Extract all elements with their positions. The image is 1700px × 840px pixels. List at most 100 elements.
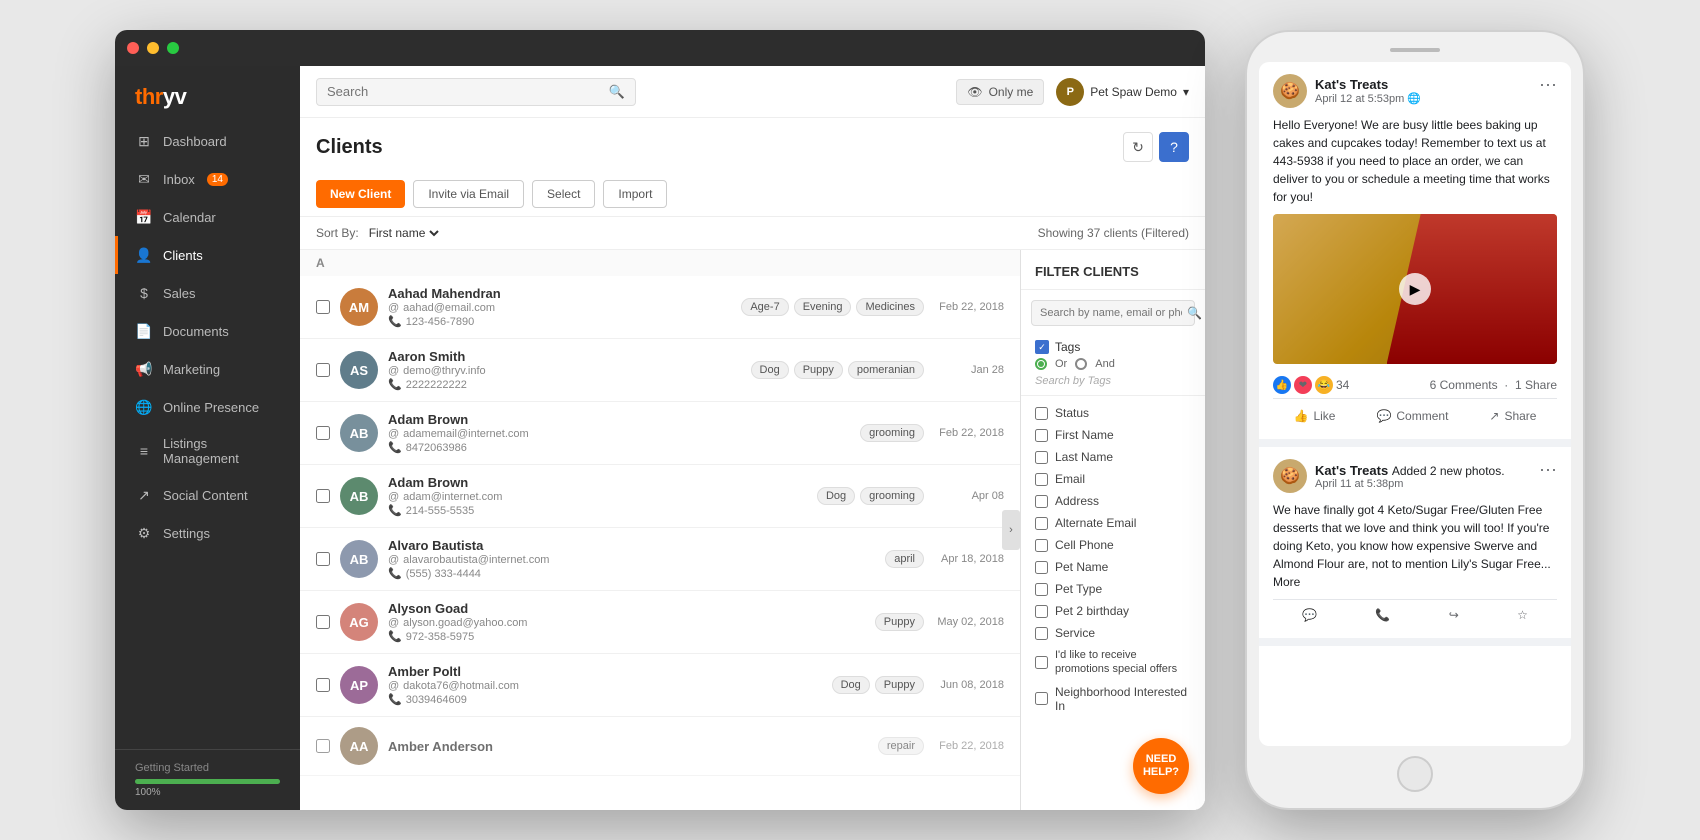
table-row[interactable]: AS Aaron Smith @ demo@thryv.info 📞 22222… bbox=[300, 339, 1020, 402]
pet-type-checkbox[interactable] bbox=[1035, 583, 1048, 596]
maximize-btn[interactable] bbox=[167, 42, 179, 54]
clients-list: A AM Aahad Mahendran @ aahad@email.com bbox=[300, 250, 1020, 810]
sidebar-item-settings[interactable]: ⚙ Settings bbox=[115, 514, 300, 552]
file-icon: 📄 bbox=[135, 322, 153, 340]
client-phone: 📞 972-358-5975 bbox=[388, 630, 865, 643]
getting-started-label: Getting Started bbox=[135, 762, 280, 774]
table-row[interactable]: AG Alyson Goad @ alyson.goad@yahoo.com 📞… bbox=[300, 591, 1020, 654]
sidebar-item-marketing[interactable]: 📢 Marketing bbox=[115, 350, 300, 388]
phone-icon: 📞 bbox=[388, 567, 402, 580]
phone-button[interactable]: 📞 bbox=[1367, 604, 1398, 626]
sidebar-item-calendar[interactable]: 📅 Calendar bbox=[115, 198, 300, 236]
filter-row-service: Service bbox=[1035, 622, 1191, 644]
clients-title: Clients bbox=[316, 136, 383, 159]
filter-row-cell-phone: Cell Phone bbox=[1035, 534, 1191, 556]
search-input[interactable] bbox=[327, 84, 603, 99]
client-checkbox[interactable] bbox=[316, 739, 330, 753]
address-checkbox[interactable] bbox=[1035, 495, 1048, 508]
select-button[interactable]: Select bbox=[532, 180, 595, 208]
only-me-button[interactable]: 👁 Only me bbox=[956, 79, 1044, 105]
fb-more2-button[interactable]: ··· bbox=[1539, 459, 1557, 480]
tag-pill: Dog bbox=[832, 676, 870, 694]
phone-home-button[interactable] bbox=[1397, 756, 1433, 792]
search-box[interactable]: 🔍 bbox=[316, 78, 636, 106]
phone-speaker bbox=[1390, 48, 1440, 52]
pet2-bday-checkbox[interactable] bbox=[1035, 605, 1048, 618]
promotions-checkbox[interactable] bbox=[1035, 656, 1048, 669]
or-radio[interactable] bbox=[1035, 358, 1047, 370]
sidebar-item-documents[interactable]: 📄 Documents bbox=[115, 312, 300, 350]
minimize-btn[interactable] bbox=[147, 42, 159, 54]
filter-search-input[interactable] bbox=[1040, 307, 1182, 319]
table-row[interactable]: AB Alvaro Bautista @ alavarobautista@int… bbox=[300, 528, 1020, 591]
fb-post2-header: 🍪 Kat's Treats Added 2 new photos. April… bbox=[1273, 459, 1557, 493]
promotions-label: I'd like to receive promotions special o… bbox=[1055, 648, 1191, 677]
sidebar-item-social[interactable]: ↗ Social Content bbox=[115, 476, 300, 514]
client-checkbox[interactable] bbox=[316, 615, 330, 629]
tag-pill: Puppy bbox=[794, 361, 843, 379]
table-row[interactable]: AM Aahad Mahendran @ aahad@email.com 📞 1… bbox=[300, 276, 1020, 339]
messenger-button[interactable]: 💬 bbox=[1294, 604, 1325, 626]
email-checkbox[interactable] bbox=[1035, 473, 1048, 486]
fb-more-button[interactable]: ··· bbox=[1539, 74, 1557, 95]
help-icon-button[interactable]: ? bbox=[1159, 132, 1189, 162]
neighborhood-checkbox[interactable] bbox=[1035, 692, 1048, 705]
need-help-button[interactable]: NEEDHELP? bbox=[1133, 738, 1189, 794]
play-icon[interactable]: ▶ bbox=[1399, 273, 1431, 305]
client-checkbox[interactable] bbox=[316, 678, 330, 692]
service-checkbox[interactable] bbox=[1035, 627, 1048, 640]
firstname-checkbox[interactable] bbox=[1035, 429, 1048, 442]
bookmark-button[interactable]: ☆ bbox=[1509, 604, 1536, 626]
sidebar-item-listings[interactable]: ≡ Listings Management bbox=[115, 426, 300, 476]
sidebar-item-inbox[interactable]: ✉ Inbox 14 bbox=[115, 160, 300, 198]
fb-reactions: 👍 ❤ 😂 34 6 Comments · 1 Share bbox=[1273, 372, 1557, 399]
table-row[interactable]: AP Amber Poltl @ dakota76@hotmail.com 📞 … bbox=[300, 654, 1020, 717]
expand-filter-button[interactable]: › bbox=[1002, 510, 1020, 550]
comment-button[interactable]: 💬 Comment bbox=[1368, 405, 1456, 427]
gear-icon: ⚙ bbox=[135, 524, 153, 542]
sidebar-item-clients[interactable]: 👤 Clients bbox=[115, 236, 300, 274]
table-row[interactable]: AA Amber Anderson repair Feb 22, 2018 bbox=[300, 717, 1020, 776]
sidebar-item-sales[interactable]: $ Sales bbox=[115, 274, 300, 312]
sidebar-item-online-presence[interactable]: 🌐 Online Presence bbox=[115, 388, 300, 426]
close-btn[interactable] bbox=[127, 42, 139, 54]
table-row[interactable]: AB Adam Brown @ adam@internet.com 📞 214-… bbox=[300, 465, 1020, 528]
cell-phone-checkbox[interactable] bbox=[1035, 539, 1048, 552]
and-radio[interactable] bbox=[1075, 358, 1087, 370]
alt-email-checkbox[interactable] bbox=[1035, 517, 1048, 530]
reaction-count: 34 bbox=[1336, 378, 1349, 392]
table-row[interactable]: AB Adam Brown @ adamemail@internet.com 📞… bbox=[300, 402, 1020, 465]
import-button[interactable]: Import bbox=[603, 180, 667, 208]
fb-avatar: 🍪 bbox=[1273, 74, 1307, 108]
at-icon: @ bbox=[388, 491, 399, 503]
pet-name-checkbox[interactable] bbox=[1035, 561, 1048, 574]
share-button[interactable]: ↗ Share bbox=[1481, 405, 1544, 427]
client-checkbox[interactable] bbox=[316, 489, 330, 503]
client-name: Aahad Mahendran bbox=[388, 286, 731, 301]
lastname-checkbox[interactable] bbox=[1035, 451, 1048, 464]
tags-checkbox[interactable]: ✓ bbox=[1035, 340, 1049, 354]
sidebar-item-dashboard[interactable]: ⊞ Dashboard bbox=[115, 122, 300, 160]
client-checkbox[interactable] bbox=[316, 363, 330, 377]
user-menu[interactable]: P Pet Spaw Demo ▾ bbox=[1056, 78, 1189, 106]
comment-label: Comment bbox=[1396, 409, 1448, 423]
tags-label: Tags bbox=[1055, 340, 1080, 354]
refresh-button[interactable]: ↻ bbox=[1123, 132, 1153, 162]
sort-select[interactable]: First name Last name Date bbox=[365, 225, 442, 241]
new-client-button[interactable]: New Client bbox=[316, 180, 405, 208]
reaction-icons: 👍 ❤ 😂 34 bbox=[1273, 376, 1349, 394]
client-info: Alyson Goad @ alyson.goad@yahoo.com 📞 97… bbox=[388, 601, 865, 643]
sidebar-label-settings: Settings bbox=[163, 526, 210, 541]
client-checkbox[interactable] bbox=[316, 552, 330, 566]
like-button[interactable]: 👍 Like bbox=[1285, 405, 1343, 427]
filter-search[interactable]: 🔍 bbox=[1031, 300, 1195, 326]
tag-pill: Dog bbox=[817, 487, 855, 505]
client-checkbox[interactable] bbox=[316, 426, 330, 440]
invite-button[interactable]: Invite via Email bbox=[413, 180, 524, 208]
forward-button[interactable]: ↪ bbox=[1441, 604, 1467, 626]
fb-user2-info: 🍪 Kat's Treats Added 2 new photos. April… bbox=[1273, 459, 1505, 493]
chevron-down-icon: ▾ bbox=[1183, 85, 1189, 99]
status-checkbox[interactable] bbox=[1035, 407, 1048, 420]
client-checkbox[interactable] bbox=[316, 300, 330, 314]
cell-phone-label: Cell Phone bbox=[1055, 538, 1114, 552]
